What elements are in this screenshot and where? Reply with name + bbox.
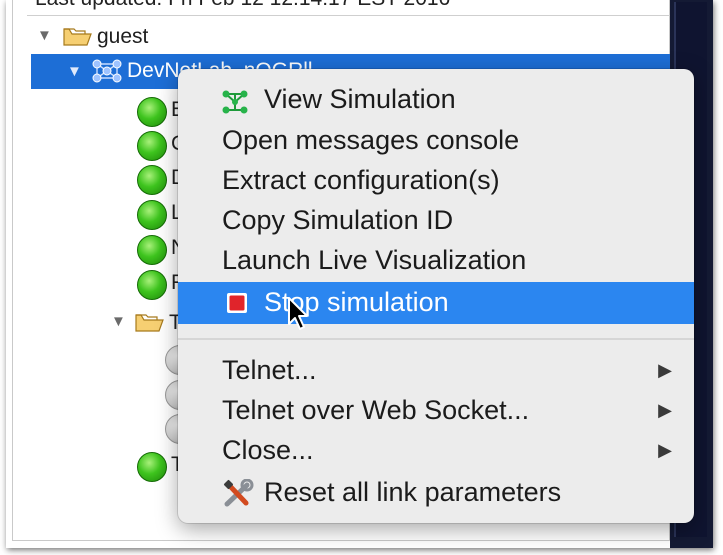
node-running-icon[interactable]	[137, 270, 167, 300]
last-updated-text: Last updated: Fri Feb 12 12:14:17 EST 20…	[35, 0, 450, 11]
node-running-icon[interactable]	[137, 131, 167, 161]
menu-item-open-messages-console[interactable]: Open messages console	[178, 121, 694, 161]
menu-item-close[interactable]: Close... ▶	[178, 431, 694, 471]
menu-item-copy-simulation-id[interactable]: Copy Simulation ID	[178, 201, 694, 241]
menu-item-telnet[interactable]: Telnet... ▶	[178, 351, 694, 391]
menu-item-reset-link-parameters[interactable]: Reset all link parameters	[178, 473, 694, 513]
submenu-arrow-icon: ▶	[658, 360, 672, 380]
menu-item-stop-simulation[interactable]: Stop simulation	[178, 282, 694, 324]
expand-triangle-icon[interactable]: ▼	[111, 313, 126, 330]
menu-item-view-simulation[interactable]: View Simulation	[178, 80, 694, 120]
menu-item-label: View Simulation	[264, 84, 456, 114]
tools-icon	[223, 479, 254, 507]
submenu-arrow-icon: ▶	[658, 400, 672, 420]
node-running-icon[interactable]	[137, 200, 167, 230]
node-running-icon[interactable]	[137, 452, 167, 482]
expand-triangle-icon[interactable]: ▼	[37, 27, 52, 44]
network-topology-icon	[222, 90, 248, 114]
menu-item-telnet-over-web-socket[interactable]: Telnet over Web Socket... ▶	[178, 391, 694, 431]
menu-item-label: Copy Simulation ID	[222, 205, 454, 235]
context-menu: View Simulation Open messages console Ex…	[178, 69, 694, 523]
folder-open-icon	[135, 314, 164, 332]
menu-item-label: Launch Live Visualization	[222, 245, 527, 275]
tree-item-guest[interactable]: guest	[97, 25, 148, 49]
expand-triangle-icon[interactable]: ▼	[67, 63, 82, 80]
menu-separator	[178, 338, 694, 340]
node-running-icon[interactable]	[137, 97, 167, 127]
node-running-icon[interactable]	[137, 165, 167, 195]
menu-item-extract-configurations[interactable]: Extract configuration(s)	[178, 161, 694, 201]
menu-item-label: Telnet over Web Socket...	[222, 395, 530, 425]
stop-icon	[227, 293, 247, 313]
header-divider	[27, 15, 672, 16]
menu-item-launch-live-visualization[interactable]: Launch Live Visualization	[178, 241, 694, 281]
submenu-arrow-icon: ▶	[658, 440, 672, 460]
folder-open-icon	[63, 28, 92, 46]
menu-item-label: Extract configuration(s)	[222, 165, 500, 195]
menu-item-label: Reset all link parameters	[264, 477, 562, 507]
simulation-network-icon	[92, 59, 122, 83]
mouse-cursor-icon	[288, 297, 308, 330]
node-running-icon[interactable]	[137, 235, 167, 265]
menu-item-label: Open messages console	[222, 125, 520, 155]
menu-item-label: Telnet...	[222, 355, 317, 385]
menu-item-label: Close...	[222, 435, 314, 465]
window-frame: Last updated: Fri Feb 12 12:14:17 EST 20…	[6, 0, 713, 548]
